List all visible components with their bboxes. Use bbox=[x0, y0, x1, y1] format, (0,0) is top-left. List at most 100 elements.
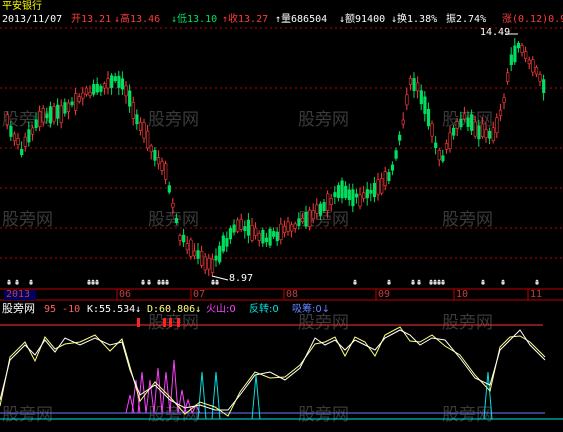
signal-arrow-icon: ⇞ bbox=[6, 277, 12, 288]
candle-body bbox=[430, 123, 434, 137]
candle-body bbox=[210, 258, 215, 273]
candle-body bbox=[20, 148, 24, 156]
stock-name: 平安银行 bbox=[2, 1, 42, 12]
candle-body bbox=[63, 102, 67, 114]
reverse-spikes bbox=[197, 371, 493, 420]
candlestick-chart[interactable]: ⇞ ⇞ ⇞ ⇞⇞⇞ ⇞ ⇞ ⇞⇞⇞ ⇞⇞ ⇞ ⇞ ⇞ ⇞ ⇞⇞⇞⇞ ⇞ ⇞ ⇞ bbox=[0, 0, 563, 432]
axis-label-07: 07 bbox=[193, 289, 206, 300]
info-volume: ↑量686504 bbox=[275, 14, 328, 25]
candle-body bbox=[5, 114, 9, 125]
candle-body bbox=[9, 126, 13, 137]
max-price-label: 14.49 bbox=[480, 27, 511, 38]
candle-body bbox=[513, 45, 517, 63]
signal-arrow-icon: ⇞ bbox=[214, 277, 220, 288]
candle-body bbox=[495, 117, 499, 134]
info-date: 2013/11/07 bbox=[2, 14, 63, 25]
candle-body bbox=[275, 231, 279, 242]
candle-body bbox=[30, 127, 35, 135]
indicator-k: K:55.534↓ bbox=[87, 304, 142, 315]
candle-body bbox=[135, 114, 139, 125]
signal-arrow-icon: ⇞ bbox=[386, 277, 392, 288]
candle-body bbox=[347, 189, 351, 201]
candle-body bbox=[131, 102, 135, 119]
candle-body bbox=[434, 142, 438, 149]
candle-body bbox=[340, 180, 344, 199]
reverse-spike bbox=[483, 371, 493, 420]
candle-body bbox=[102, 83, 107, 89]
indicator-d: D:60.806↓ bbox=[147, 304, 202, 315]
axis-label-11: 11 bbox=[530, 289, 543, 300]
candle-body bbox=[160, 161, 164, 171]
candle-body bbox=[412, 78, 416, 91]
candle-body bbox=[142, 122, 146, 139]
signal-arrow-icon: ⇞ bbox=[352, 277, 358, 288]
info-close: ↑收13.27 bbox=[222, 14, 269, 25]
candle-body bbox=[189, 239, 193, 257]
candle-body bbox=[297, 218, 301, 226]
candle-body bbox=[254, 227, 258, 236]
candle-body bbox=[444, 143, 449, 150]
candle-body bbox=[290, 224, 294, 232]
candle-body bbox=[502, 97, 506, 103]
candle-body bbox=[365, 189, 369, 199]
candle-body bbox=[336, 185, 341, 198]
candle-body bbox=[308, 209, 312, 227]
candle-body bbox=[106, 78, 110, 89]
candle-body bbox=[448, 132, 452, 149]
min-price-label: 8.97 bbox=[229, 273, 254, 284]
candle-body bbox=[264, 237, 269, 243]
candle-body bbox=[354, 193, 359, 198]
candle-body bbox=[394, 150, 398, 159]
candle-body bbox=[369, 189, 373, 194]
candle-body bbox=[38, 110, 42, 127]
stock-chart-window: 股旁网 股旁网 股旁网 股旁网 股旁网 股旁网 股旁网 股旁网 股旁网 股旁网 … bbox=[0, 0, 563, 432]
info-change: 涨(0.12)0.9 bbox=[502, 14, 563, 25]
candle-body bbox=[99, 85, 103, 92]
candle-body bbox=[509, 54, 513, 66]
candle-body bbox=[426, 108, 431, 127]
candle-body bbox=[221, 235, 225, 252]
candle-body bbox=[128, 90, 132, 107]
candle-body bbox=[239, 219, 243, 230]
candle-body bbox=[405, 94, 409, 106]
indicator-name[interactable]: 股旁网 bbox=[2, 303, 35, 315]
indicator-fire: 火山:0 bbox=[206, 304, 236, 315]
candle-body bbox=[398, 134, 402, 141]
candle-body bbox=[358, 194, 362, 207]
candle-body bbox=[113, 76, 117, 82]
candle-body bbox=[218, 245, 222, 263]
candle-body bbox=[246, 219, 251, 236]
reverse-spike bbox=[251, 374, 261, 420]
candle-body bbox=[322, 202, 326, 212]
candle-body bbox=[538, 74, 542, 82]
candle-body bbox=[77, 96, 81, 102]
candle-body bbox=[383, 171, 387, 186]
candle-body bbox=[192, 250, 197, 257]
candle-body bbox=[441, 155, 445, 162]
candle-body bbox=[344, 185, 348, 198]
candle-body bbox=[286, 221, 290, 232]
candle-body bbox=[120, 78, 125, 90]
reverse-spike bbox=[211, 371, 221, 420]
candle-body bbox=[178, 235, 182, 241]
candle-body bbox=[207, 257, 211, 270]
red-signal-marker bbox=[137, 318, 140, 327]
candle-body bbox=[372, 182, 377, 198]
candle-body bbox=[390, 164, 395, 171]
candle-body bbox=[236, 219, 240, 232]
candle-body bbox=[214, 255, 218, 261]
candle-body bbox=[228, 228, 233, 240]
candle-body bbox=[84, 87, 89, 95]
candle-body bbox=[380, 178, 384, 194]
candle-body bbox=[59, 105, 63, 123]
candle-body bbox=[164, 163, 168, 180]
candle-body bbox=[473, 121, 477, 137]
candle-body bbox=[516, 42, 521, 49]
candle-body bbox=[282, 225, 287, 233]
d-line bbox=[0, 326, 546, 417]
candle-body bbox=[488, 130, 492, 139]
candle-body bbox=[419, 90, 423, 105]
red-signal-markers bbox=[137, 318, 180, 327]
candle-body bbox=[452, 127, 456, 136]
candle-body bbox=[527, 59, 531, 65]
